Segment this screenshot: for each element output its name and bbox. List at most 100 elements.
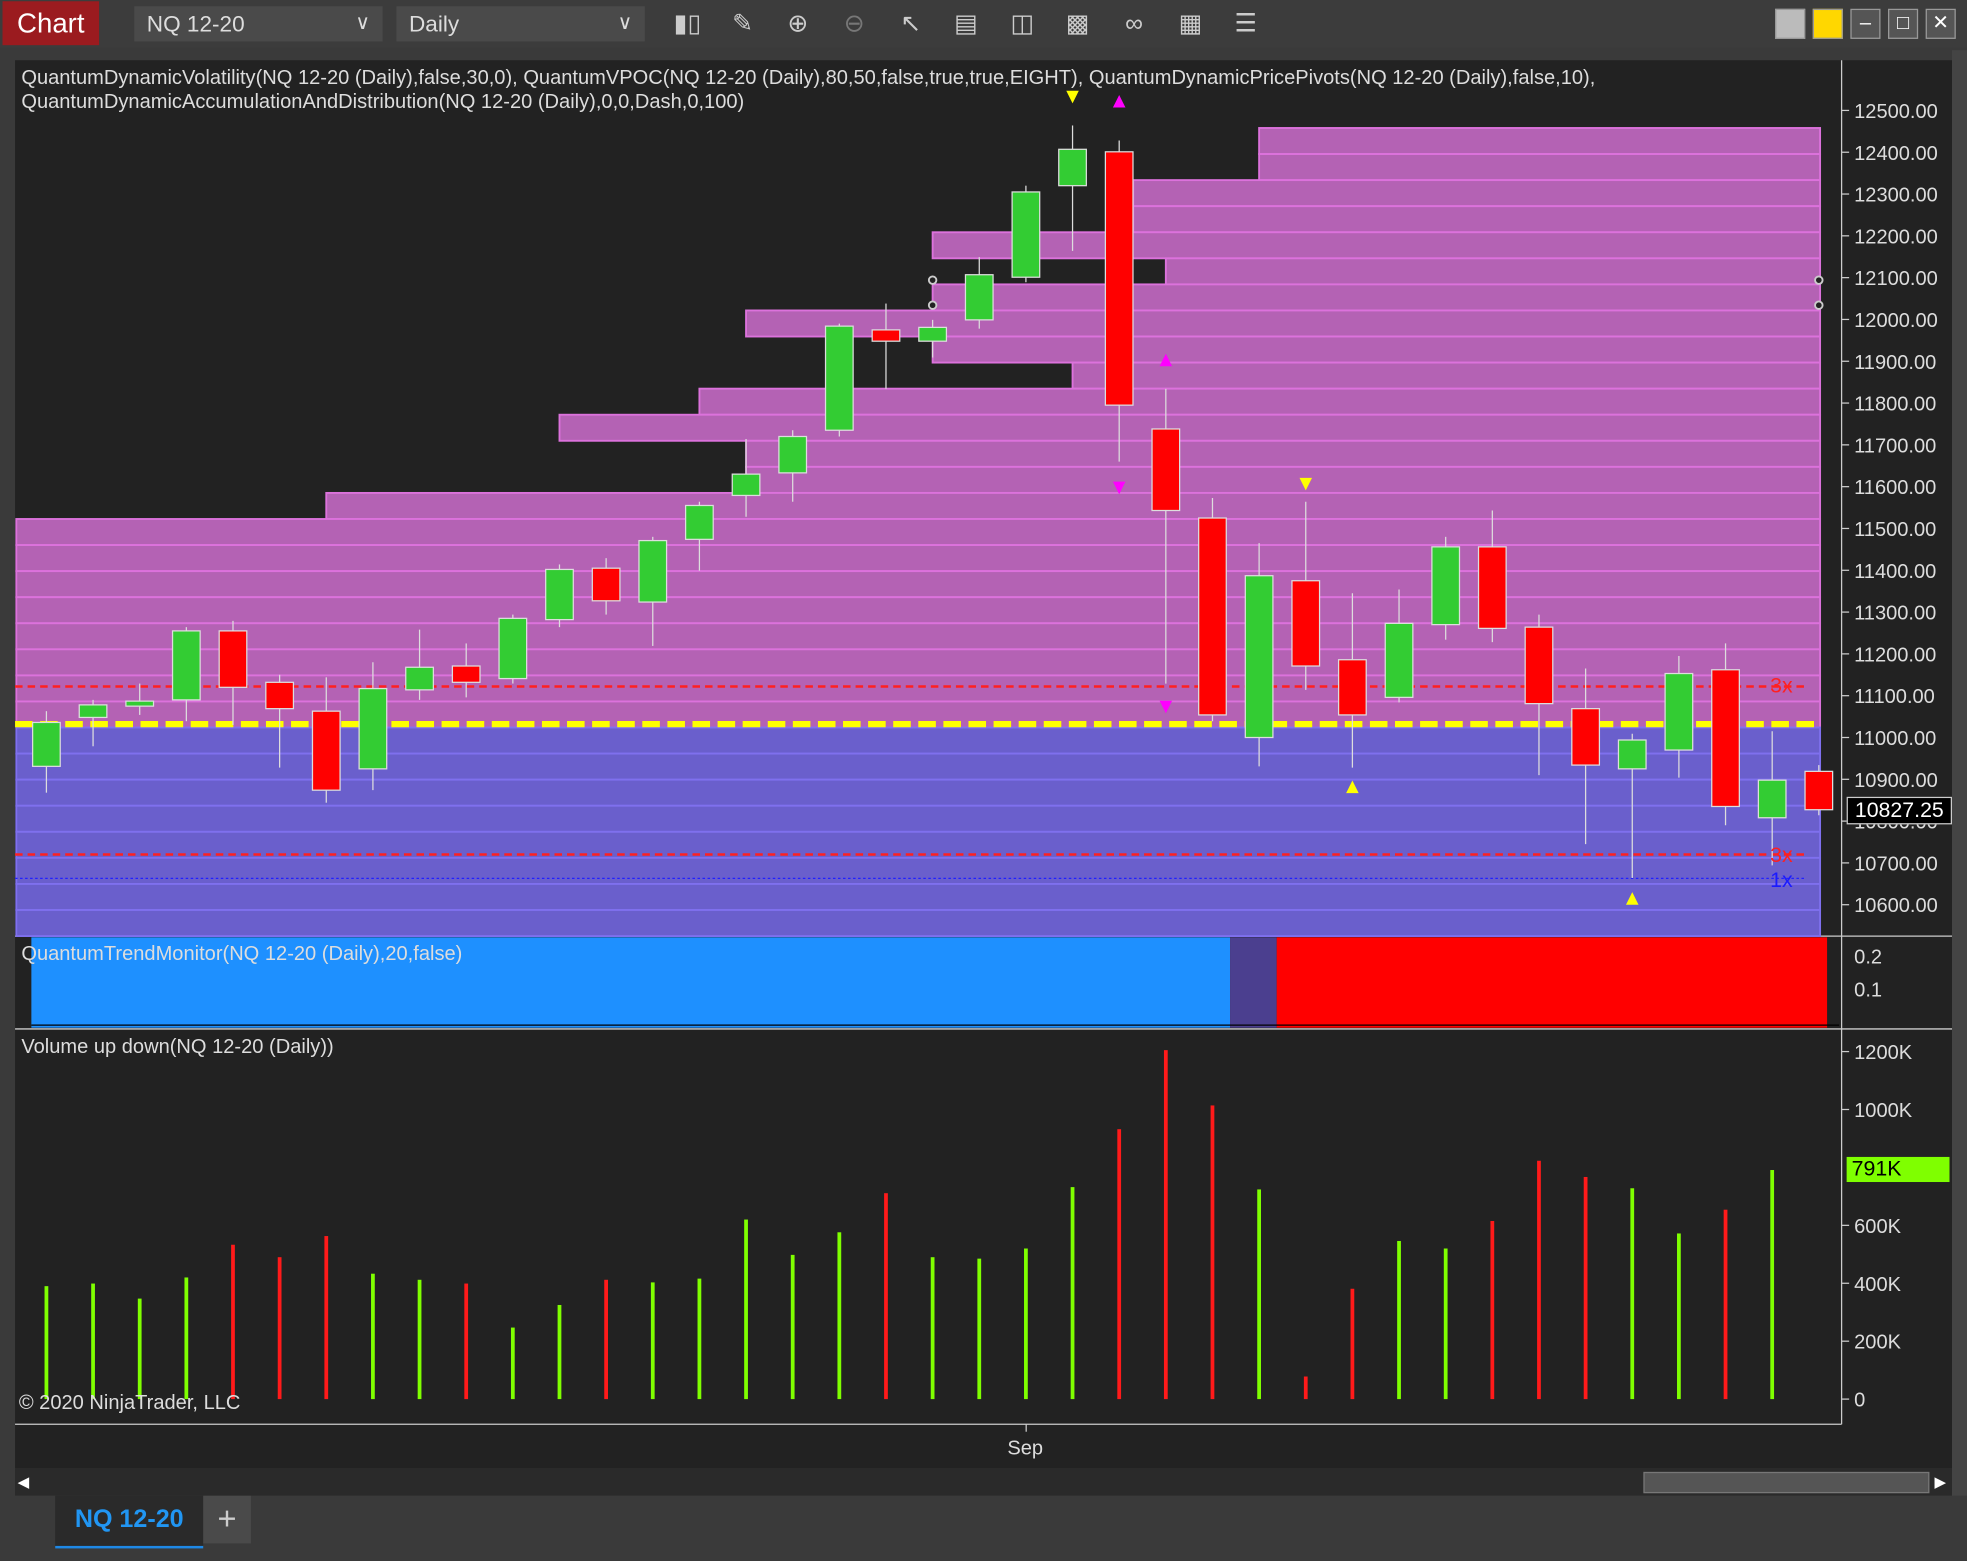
candle-body bbox=[311, 710, 341, 791]
candle-body bbox=[31, 721, 61, 767]
candle-body bbox=[1337, 659, 1367, 716]
price-tick-label: 12500.00 bbox=[1854, 101, 1938, 123]
lower-3x-label: 3x bbox=[1770, 843, 1793, 868]
price-tick-label: 11000.00 bbox=[1854, 728, 1936, 750]
ninjatrader-chart-window: Chart NQ 12-20 ∨ Daily ∨ ▮▯ ✎ ⊕ ⊖ ↖ ▤ ◫ … bbox=[0, 0, 1967, 1561]
candle-body bbox=[1058, 148, 1087, 187]
volume-bar bbox=[1490, 1220, 1495, 1400]
candle-body bbox=[1617, 739, 1647, 770]
vpoc-profile-row bbox=[15, 804, 1822, 833]
vpoc-profile-row bbox=[15, 752, 1822, 781]
price-tick-label: 12000.00 bbox=[1854, 310, 1938, 332]
vpoc-profile-row bbox=[325, 491, 1822, 520]
trend-monitor-label: QuantumTrendMonitor(NQ 12-20 (Daily),20,… bbox=[21, 943, 463, 965]
scroll-thumb[interactable] bbox=[1643, 1471, 1930, 1494]
volume-bar bbox=[604, 1279, 609, 1400]
trend-segment bbox=[1230, 937, 1277, 1028]
volume-bar bbox=[884, 1193, 888, 1400]
candle-body bbox=[78, 704, 108, 719]
pivot-marker-down bbox=[1066, 90, 1079, 104]
price-tick-label: 12300.00 bbox=[1854, 185, 1938, 207]
price-tick-label: 10600.00 bbox=[1854, 895, 1938, 917]
volume-bar bbox=[930, 1257, 935, 1400]
vpoc-profile-row bbox=[15, 596, 1822, 625]
scroll-right-icon[interactable]: ▶ bbox=[1934, 1473, 1946, 1491]
horizontal-scrollbar[interactable]: ◀ ▶ bbox=[15, 1468, 1953, 1496]
volume-bar bbox=[44, 1286, 49, 1400]
volume-bar bbox=[1350, 1288, 1355, 1400]
upper-3x-label: 3x bbox=[1770, 673, 1793, 698]
trend-tick: 0.2 bbox=[1854, 947, 1883, 969]
volume-bar bbox=[464, 1283, 469, 1400]
vpoc-profile-row bbox=[1132, 205, 1822, 234]
candle-body bbox=[731, 473, 761, 497]
candle-body bbox=[871, 329, 901, 342]
price-tick-label: 11700.00 bbox=[1854, 435, 1936, 457]
candle-body bbox=[1198, 517, 1227, 716]
price-tick-label: 10700.00 bbox=[1854, 853, 1938, 875]
candle-body bbox=[405, 666, 434, 691]
volume-bar bbox=[1537, 1160, 1541, 1400]
vpoc-profile-row bbox=[15, 570, 1822, 599]
vpoc-profile-row bbox=[15, 882, 1822, 911]
candle-body bbox=[1291, 580, 1321, 667]
volume-bar bbox=[1117, 1129, 1122, 1400]
candle-body bbox=[545, 568, 574, 621]
candle bbox=[1198, 497, 1227, 722]
candle-body bbox=[918, 326, 948, 342]
indicator-label-line1: QuantumDynamicVolatility(NQ 12-20 (Daily… bbox=[21, 67, 1596, 90]
candle-body bbox=[1104, 151, 1134, 406]
candle-body bbox=[591, 567, 621, 602]
vpoc-profile-row bbox=[745, 465, 1822, 494]
drawing-anchor-point bbox=[927, 300, 938, 310]
last-volume-badge: 791K bbox=[1846, 1156, 1950, 1183]
volume-bar bbox=[510, 1327, 515, 1400]
candle-body bbox=[1524, 626, 1554, 705]
price-tick-label: 11600.00 bbox=[1854, 477, 1936, 499]
volume-label: Volume up down(NQ 12-20 (Daily)) bbox=[21, 1036, 334, 1058]
lower-1x-label: 1x bbox=[1770, 868, 1793, 893]
volume-bar bbox=[1397, 1240, 1401, 1400]
candle-body bbox=[171, 630, 201, 701]
vpoc-profile-row bbox=[15, 518, 1822, 546]
volume-bar bbox=[1070, 1187, 1075, 1400]
candle-body bbox=[218, 630, 248, 688]
volume-bar bbox=[1210, 1105, 1215, 1400]
last-price-badge: 10827.25 bbox=[1846, 796, 1953, 825]
candle-body bbox=[1757, 779, 1787, 819]
candle-body bbox=[358, 687, 388, 770]
volume-tick-label: 1000K bbox=[1854, 1100, 1913, 1122]
candle bbox=[1011, 185, 1041, 283]
volume-tick-label: 0 bbox=[1854, 1390, 1865, 1412]
vpoc-profile-row bbox=[1258, 127, 1822, 155]
price-tick-label: 12200.00 bbox=[1854, 226, 1938, 248]
tab-nq-12-20[interactable]: NQ 12-20 bbox=[55, 1495, 204, 1549]
candle-body bbox=[1711, 669, 1740, 808]
volume-bar bbox=[1303, 1376, 1308, 1400]
vpoc-profile-row bbox=[931, 283, 1822, 312]
vpoc-profile-row bbox=[15, 544, 1822, 573]
drawing-anchor-point bbox=[1814, 275, 1824, 285]
candle-body bbox=[1151, 428, 1181, 512]
drawing-anchor-point bbox=[1814, 300, 1824, 310]
vpoc-profile-row bbox=[1071, 361, 1822, 390]
price-tick-label: 11300.00 bbox=[1854, 603, 1936, 625]
add-tab-button[interactable]: + bbox=[203, 1495, 251, 1544]
volume-bar bbox=[1723, 1209, 1728, 1400]
candle-body bbox=[1384, 622, 1414, 698]
price-tick-label: 11900.00 bbox=[1854, 352, 1936, 374]
volume-tick-label: 600K bbox=[1854, 1216, 1901, 1238]
candle-body bbox=[1011, 191, 1041, 278]
vpoc-profile-row bbox=[558, 413, 1822, 442]
candle bbox=[545, 564, 574, 628]
candle bbox=[1431, 536, 1461, 640]
candle bbox=[498, 614, 528, 684]
volume-bar bbox=[91, 1283, 95, 1400]
x-axis-label-sep: Sep bbox=[1007, 1438, 1044, 1460]
vpoc-profile-row bbox=[931, 231, 1822, 260]
scroll-left-icon[interactable]: ◀ bbox=[18, 1473, 30, 1491]
price-tick-label: 10900.00 bbox=[1854, 770, 1938, 792]
chart-canvas[interactable]: 12500.00 12400.00 12300.00 12200.00 12100.00… bbox=[0, 0, 1967, 1561]
volume-bar bbox=[557, 1304, 562, 1400]
candle-body bbox=[1804, 770, 1834, 811]
